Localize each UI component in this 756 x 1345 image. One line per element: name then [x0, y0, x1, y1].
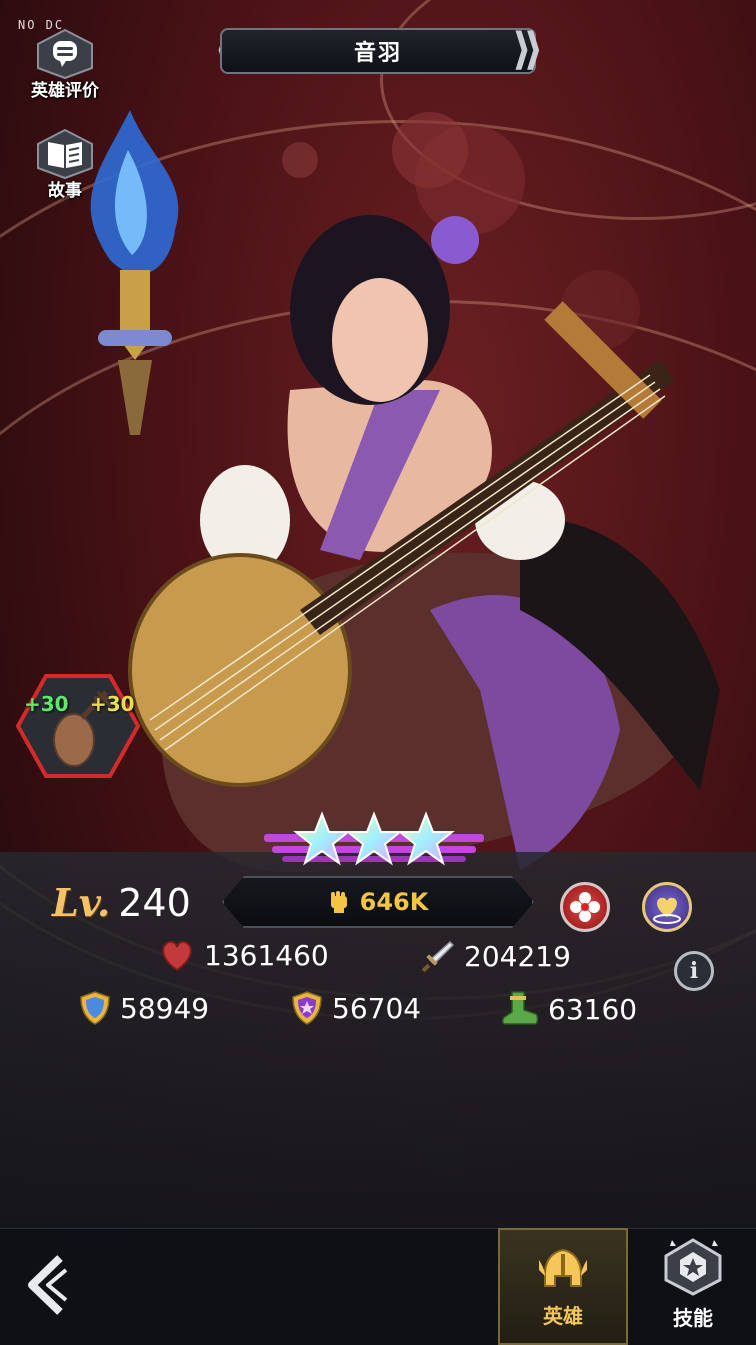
hero-rating-button[interactable]: 英雄评价: [20, 28, 110, 101]
combat-power: 646K: [222, 876, 534, 928]
star-icon: [397, 811, 455, 866]
stat-attack-value: 204219: [464, 939, 571, 973]
hero-detail-screen: NO DC 英雄评价 故事 ⟪: [0, 0, 756, 1345]
skill-icon: [664, 1238, 722, 1296]
sword-icon: [421, 940, 455, 973]
bond-button[interactable]: [642, 882, 692, 932]
story-button[interactable]: 故事: [20, 128, 110, 201]
hero-name-bar: 音羽: [220, 28, 536, 74]
flower-icon: [570, 892, 600, 922]
weapon-slot[interactable]: +30 +30: [14, 672, 142, 780]
stat-hp: 1361460: [158, 938, 329, 972]
back-arrow-icon: [28, 1255, 68, 1315]
shield-icon: [80, 991, 110, 1025]
stat-hp-value: 1361460: [204, 938, 329, 972]
rating-icon: [34, 28, 96, 80]
heart-icon: [162, 940, 192, 972]
fist-icon: [330, 891, 347, 913]
stat-defense-value: 58949: [120, 991, 210, 1025]
element-button[interactable]: [560, 882, 610, 932]
info-icon: i: [689, 958, 699, 984]
stat-defense: 58949: [78, 990, 209, 1026]
stat-magic-defense-value: 56704: [332, 991, 422, 1025]
stat-attack: 204219: [420, 938, 571, 974]
stat-speed: 63160: [500, 990, 637, 1028]
hero-name: 音羽: [353, 41, 402, 66]
star-icon: [345, 811, 403, 866]
tab-skill[interactable]: 技能: [628, 1228, 756, 1345]
weapon-frame: [15, 674, 141, 778]
tab-hero[interactable]: 英雄: [498, 1228, 628, 1345]
magic-shield-icon: [292, 991, 322, 1025]
star-rating: [262, 808, 486, 878]
level-value: 240: [118, 881, 191, 925]
heart-icon: [653, 897, 681, 924]
tab-hero-label: 英雄: [543, 1304, 583, 1328]
level-prefix: Lv.: [52, 880, 111, 925]
pipa-icon: [53, 713, 95, 767]
book-icon: [34, 128, 96, 180]
info-button[interactable]: i: [674, 951, 714, 991]
combat-power-value: 646K: [359, 888, 429, 916]
weapon-bonus-right: +30: [90, 692, 135, 716]
hero-level: Lv. 240: [52, 880, 191, 925]
boot-icon: [501, 991, 539, 1025]
tab-skill-label: 技能: [673, 1306, 713, 1330]
star-icon: [293, 811, 351, 866]
weapon-bonus-left: +30: [24, 692, 69, 716]
helmet-icon: [539, 1248, 587, 1287]
back-button[interactable]: [22, 1252, 72, 1318]
next-hero-arrow[interactable]: ⟫: [512, 26, 544, 74]
stat-speed-value: 63160: [548, 992, 638, 1026]
stat-magic-defense: 56704: [290, 990, 421, 1026]
